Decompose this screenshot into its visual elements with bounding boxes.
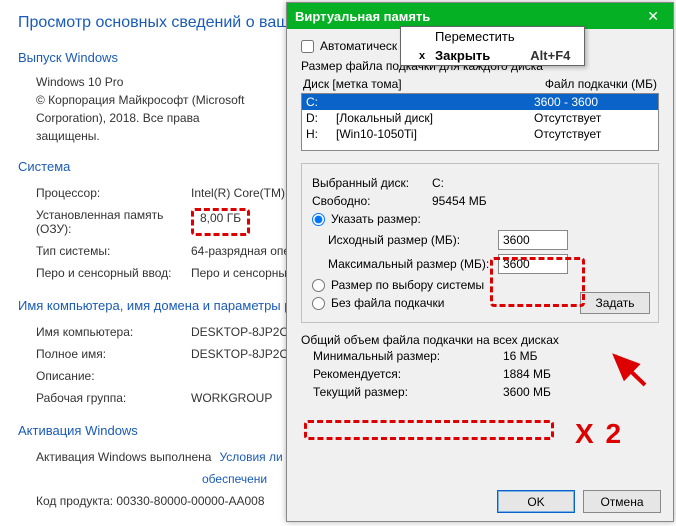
disk-row[interactable]: D:[Локальный диск]Отсутствует	[302, 110, 658, 126]
totals-header: Общий объем файла подкачки на всех диска…	[301, 333, 659, 347]
initial-size-row: Исходный размер (МБ):	[312, 228, 648, 252]
menu-close[interactable]: x Закрыть Alt+F4	[401, 46, 584, 65]
pen-value: Перо и сенсорны	[191, 266, 287, 280]
no-pagefile-radio[interactable]	[312, 297, 325, 310]
cpu-value: Intel(R) Core(TM) i	[191, 186, 291, 200]
activation-link2[interactable]: обеспечени	[202, 472, 267, 486]
free-space-value: 95454 МБ	[432, 194, 487, 208]
selected-disk-row: Выбранный диск: C:	[312, 174, 648, 192]
cur-size-label: Текущий размер:	[313, 385, 503, 399]
rec-size-label: Рекомендуется:	[313, 367, 503, 381]
workgroup-value: WORKGROUP	[191, 391, 272, 405]
disk-header-col1: Диск [метка тома]	[303, 77, 545, 91]
initial-size-label: Исходный размер (МБ):	[328, 233, 498, 247]
min-size-value: 16 МБ	[503, 349, 538, 363]
rec-size-value: 1884 МБ	[503, 367, 551, 381]
system-size-label: Размер по выбору системы	[331, 278, 484, 292]
size-group-box: Выбранный диск: C: Свободно: 95454 МБ Ук…	[301, 163, 659, 323]
disk-list[interactable]: C:3600 - 3600D:[Локальный диск]Отсутству…	[301, 93, 659, 151]
selected-disk-label: Выбранный диск:	[312, 176, 432, 190]
custom-size-radio[interactable]	[312, 213, 325, 226]
min-size-row: Минимальный размер: 16 МБ	[301, 347, 659, 365]
close-icon[interactable]: ✕	[641, 8, 665, 25]
workgroup-label: Рабочая группа:	[36, 391, 191, 405]
window-system-menu[interactable]: Переместить x Закрыть Alt+F4	[400, 26, 585, 66]
ok-button[interactable]: OK	[497, 490, 575, 513]
free-space-label: Свободно:	[312, 194, 432, 208]
disk-list-header: Диск [метка тома] Файл подкачки (МБ)	[301, 77, 659, 91]
auto-manage-label: Автоматическ	[320, 39, 397, 53]
disk-row[interactable]: C:3600 - 3600	[302, 94, 658, 110]
close-mark: x	[419, 50, 435, 62]
disk-row[interactable]: H:[Win10-1050Ti]Отсутствует	[302, 126, 658, 142]
pcname-label: Имя компьютера:	[36, 325, 191, 339]
systype-value: 64-разрядная опер	[191, 244, 297, 258]
activation-link1[interactable]: Условия ли	[219, 450, 282, 464]
ram-label: Установленная память (ОЗУ):	[36, 208, 191, 236]
cancel-button[interactable]: Отмена	[583, 490, 661, 513]
max-size-input[interactable]	[498, 254, 568, 274]
custom-size-label: Указать размер:	[331, 212, 421, 226]
system-size-radio[interactable]	[312, 279, 325, 292]
initial-size-input[interactable]	[498, 230, 568, 250]
cur-size-row: Текущий размер: 3600 МБ	[301, 383, 659, 401]
copyright-text: © Корпорация Майкрософт (Microsoft Corpo…	[18, 91, 258, 145]
min-size-label: Минимальный размер:	[313, 349, 503, 363]
menu-move[interactable]: Переместить	[401, 27, 584, 46]
virtual-memory-dialog: Виртуальная память ✕ Автоматическ Размер…	[286, 2, 674, 522]
dialog-title: Виртуальная память	[295, 9, 430, 24]
auto-manage-checkbox[interactable]	[301, 40, 314, 53]
desc-label: Описание:	[36, 369, 191, 383]
fullname-label: Полное имя:	[36, 347, 191, 361]
totals-section: Общий объем файла подкачки на всех диска…	[301, 333, 659, 401]
systype-label: Тип системы:	[36, 244, 191, 258]
rec-size-row: Рекомендуется: 1884 МБ	[301, 365, 659, 383]
max-size-label: Максимальный размер (МБ):	[328, 257, 498, 271]
cur-size-value: 3600 МБ	[503, 385, 551, 399]
no-pagefile-label: Без файла подкачки	[331, 296, 444, 310]
disk-header-col2: Файл подкачки (МБ)	[545, 77, 657, 91]
selected-disk-value: C:	[432, 176, 444, 190]
product-key: Код продукта: 00330-80000-00000-AA008	[36, 494, 265, 508]
max-size-row: Максимальный размер (МБ):	[312, 252, 648, 276]
ram-value: 8,00 ГБ	[200, 211, 241, 225]
activation-status: Активация Windows выполнена	[36, 450, 211, 464]
cpu-label: Процессор:	[36, 186, 191, 200]
ram-highlight: 8,00 ГБ	[191, 208, 250, 236]
set-button[interactable]: Задать	[580, 292, 650, 314]
free-space-row: Свободно: 95454 МБ	[312, 192, 648, 210]
custom-size-row[interactable]: Указать размер:	[312, 210, 648, 228]
close-accel: Alt+F4	[530, 48, 570, 63]
pen-label: Перо и сенсорный ввод:	[36, 266, 191, 280]
